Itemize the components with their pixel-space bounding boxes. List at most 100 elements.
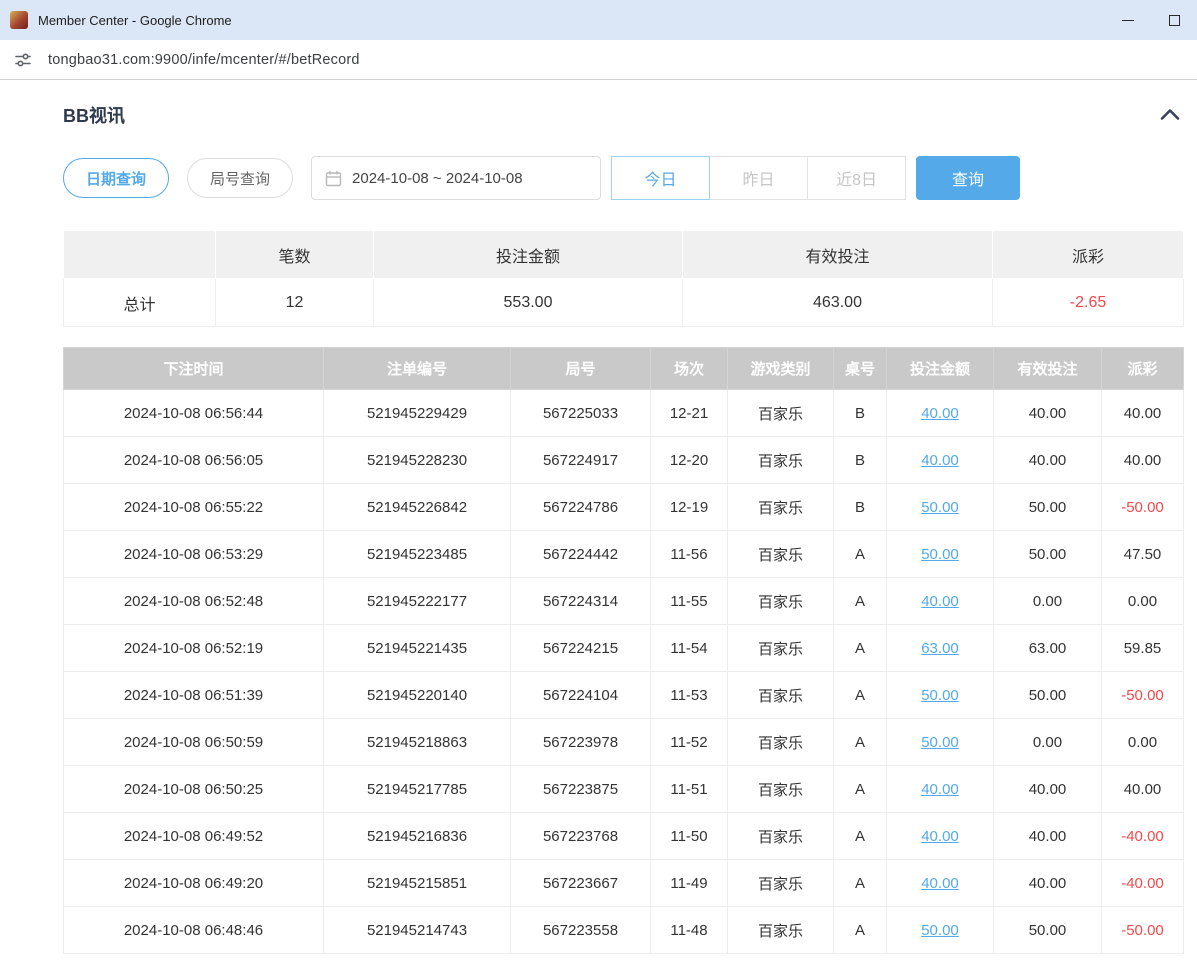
bet-amount-cell: 50.00 [887, 719, 994, 766]
bet-id-cell: 521945221435 [324, 625, 511, 672]
game-type-cell: 百家乐 [728, 860, 834, 907]
bet-amount-link[interactable]: 40.00 [921, 781, 959, 798]
column-header: 场次 [651, 348, 728, 390]
table-no-cell: B [834, 484, 887, 531]
summary-total-label: 总计 [64, 279, 216, 327]
round-id-cell: 567224917 [511, 437, 651, 484]
minimize-button[interactable] [1105, 0, 1151, 40]
session-cell: 11-50 [651, 813, 728, 860]
game-type-cell: 百家乐 [728, 813, 834, 860]
summary-header-valid-bet: 有效投注 [683, 231, 993, 279]
bet-id-cell: 521945226842 [324, 484, 511, 531]
yesterday-button[interactable]: 昨日 [709, 156, 808, 200]
payout-cell: 40.00 [1102, 390, 1184, 437]
bet-amount-link[interactable]: 50.00 [921, 499, 959, 516]
bet-amount-link[interactable]: 40.00 [921, 593, 959, 610]
session-cell: 11-48 [651, 907, 728, 954]
search-button[interactable]: 查询 [916, 156, 1020, 200]
game-type-cell: 百家乐 [728, 437, 834, 484]
bet-time-cell: 2024-10-08 06:51:39 [64, 672, 324, 719]
game-type-cell: 百家乐 [728, 672, 834, 719]
bet-amount-link[interactable]: 40.00 [921, 452, 959, 469]
calendar-icon [325, 170, 342, 187]
summary-header-bet-amount: 投注金额 [374, 231, 683, 279]
table-no-cell: A [834, 531, 887, 578]
tune-icon[interactable] [12, 49, 34, 71]
last-8-days-button[interactable]: 近8日 [807, 156, 906, 200]
bet-time-cell: 2024-10-08 06:50:25 [64, 766, 324, 813]
window-controls [1105, 0, 1197, 40]
table-row: 2024-10-08 06:49:52521945216836567223768… [64, 813, 1184, 860]
filter-row: 日期查询 局号查询 2024-10-08 ~ 2024-10-08 今日 昨日 … [63, 156, 1183, 200]
table-row: 2024-10-08 06:55:22521945226842567224786… [64, 484, 1184, 531]
valid-bet-cell: 50.00 [994, 907, 1102, 954]
column-header: 游戏类别 [728, 348, 834, 390]
bet-time-cell: 2024-10-08 06:52:19 [64, 625, 324, 672]
bet-amount-link[interactable]: 40.00 [921, 828, 959, 845]
round-id-cell: 567224104 [511, 672, 651, 719]
table-row: 2024-10-08 06:52:48521945222177567224314… [64, 578, 1184, 625]
column-header: 注单编号 [324, 348, 511, 390]
url-text: tongbao31.com:9900/infe/mcenter/#/betRec… [48, 52, 360, 68]
session-cell: 11-52 [651, 719, 728, 766]
bet-amount-link[interactable]: 50.00 [921, 734, 959, 751]
bet-amount-link[interactable]: 40.00 [921, 875, 959, 892]
round-id-cell: 567225033 [511, 390, 651, 437]
bet-record-table: 下注时间注单编号局号场次游戏类别桌号投注金额有效投注派彩 2024-10-08 … [63, 347, 1184, 954]
valid-bet-cell: 63.00 [994, 625, 1102, 672]
bet-id-cell: 521945229429 [324, 390, 511, 437]
bet-amount-link[interactable]: 50.00 [921, 922, 959, 939]
table-no-cell: A [834, 907, 887, 954]
bet-time-cell: 2024-10-08 06:56:05 [64, 437, 324, 484]
bet-time-cell: 2024-10-08 06:49:52 [64, 813, 324, 860]
session-cell: 11-49 [651, 860, 728, 907]
summary-total-bet-amount: 553.00 [374, 279, 683, 327]
table-row: 2024-10-08 06:56:44521945229429567225033… [64, 390, 1184, 437]
bet-time-cell: 2024-10-08 06:50:59 [64, 719, 324, 766]
date-range-picker[interactable]: 2024-10-08 ~ 2024-10-08 [311, 156, 601, 200]
bet-amount-link[interactable]: 40.00 [921, 405, 959, 422]
round-id-cell: 567223558 [511, 907, 651, 954]
collapse-section-button[interactable] [1157, 105, 1183, 126]
section-header: BB视讯 [63, 102, 1183, 128]
table-no-cell: B [834, 437, 887, 484]
summary-total-valid-bet: 463.00 [683, 279, 993, 327]
window-title: Member Center - Google Chrome [38, 13, 232, 28]
summary-header-count: 笔数 [216, 231, 374, 279]
table-row: 2024-10-08 06:49:20521945215851567223667… [64, 860, 1184, 907]
summary-header-row: 笔数 投注金额 有效投注 派彩 [64, 231, 1184, 279]
round-id-cell: 567223875 [511, 766, 651, 813]
valid-bet-cell: 50.00 [994, 484, 1102, 531]
round-query-tab[interactable]: 局号查询 [187, 158, 293, 198]
bet-amount-cell: 40.00 [887, 813, 994, 860]
bet-amount-link[interactable]: 63.00 [921, 640, 959, 657]
table-no-cell: A [834, 578, 887, 625]
bet-id-cell: 521945214743 [324, 907, 511, 954]
bet-table-header-row: 下注时间注单编号局号场次游戏类别桌号投注金额有效投注派彩 [64, 348, 1184, 390]
maximize-button[interactable] [1151, 0, 1197, 40]
bet-amount-link[interactable]: 50.00 [921, 687, 959, 704]
payout-cell: 40.00 [1102, 437, 1184, 484]
quick-date-group: 今日 昨日 近8日 [611, 156, 906, 200]
payout-cell: -40.00 [1102, 860, 1184, 907]
game-type-cell: 百家乐 [728, 484, 834, 531]
today-button[interactable]: 今日 [611, 156, 710, 200]
bet-id-cell: 521945228230 [324, 437, 511, 484]
bet-table-body: 2024-10-08 06:56:44521945229429567225033… [64, 390, 1184, 954]
table-no-cell: A [834, 672, 887, 719]
bet-amount-cell: 40.00 [887, 437, 994, 484]
address-bar[interactable]: tongbao31.com:9900/infe/mcenter/#/betRec… [0, 40, 1197, 80]
column-header: 投注金额 [887, 348, 994, 390]
game-type-cell: 百家乐 [728, 390, 834, 437]
bet-id-cell: 521945215851 [324, 860, 511, 907]
round-id-cell: 567224786 [511, 484, 651, 531]
date-query-tab[interactable]: 日期查询 [63, 158, 169, 198]
session-cell: 12-20 [651, 437, 728, 484]
column-header: 桌号 [834, 348, 887, 390]
column-header: 有效投注 [994, 348, 1102, 390]
game-type-cell: 百家乐 [728, 578, 834, 625]
bet-amount-cell: 40.00 [887, 860, 994, 907]
summary-header-payout: 派彩 [993, 231, 1184, 279]
bet-amount-link[interactable]: 50.00 [921, 546, 959, 563]
payout-cell: -40.00 [1102, 813, 1184, 860]
